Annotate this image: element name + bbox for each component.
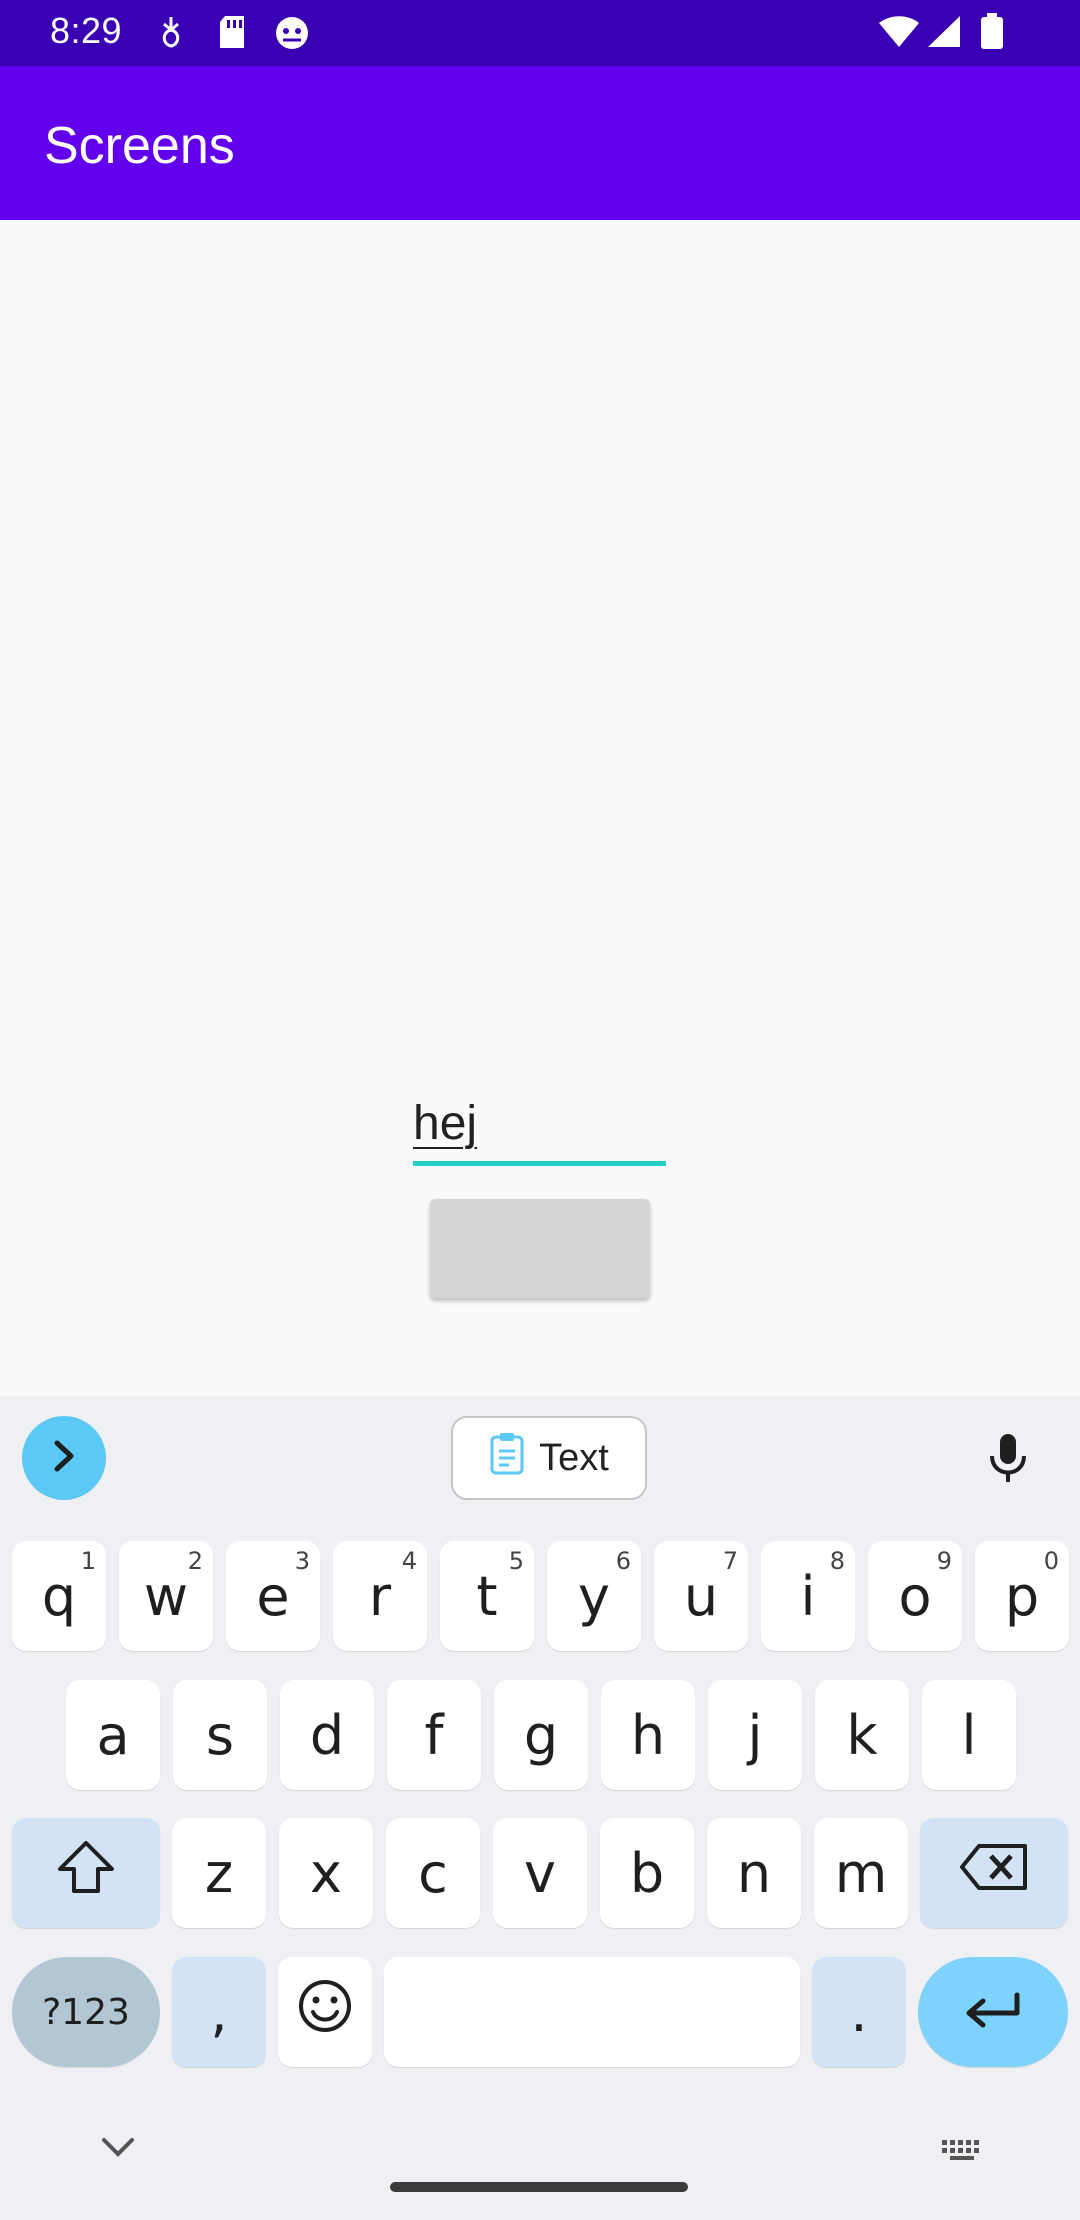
chevron-right-icon <box>49 1439 79 1478</box>
key-label: p <box>1004 1564 1040 1628</box>
key-f[interactable]: f <box>387 1680 481 1790</box>
key-label: y <box>578 1564 610 1628</box>
key-k[interactable]: k <box>815 1680 909 1790</box>
key-label: l <box>961 1703 977 1767</box>
key-s[interactable]: s <box>173 1680 267 1790</box>
key-o[interactable]: o9 <box>868 1541 962 1651</box>
key-d[interactable]: d <box>280 1680 374 1790</box>
key-e[interactable]: e3 <box>226 1541 320 1651</box>
key-label: c <box>418 1841 448 1905</box>
voice-input-button[interactable] <box>988 1432 1028 1489</box>
key-number-hint: 5 <box>508 1547 524 1575</box>
key-label: b <box>629 1841 665 1905</box>
usb-debug-icon <box>158 14 184 55</box>
hide-keyboard-button[interactable] <box>100 2136 136 2163</box>
backspace-key[interactable] <box>920 1818 1068 1928</box>
key-number-hint: 0 <box>1043 1547 1059 1575</box>
key-label: n <box>736 1841 772 1905</box>
key-label: v <box>524 1841 556 1905</box>
key-label: x <box>310 1841 342 1905</box>
enter-arrow-icon <box>963 1981 1023 2044</box>
clipboard-icon <box>489 1431 525 1485</box>
clipboard-chip-label: Text <box>539 1436 609 1479</box>
key-i[interactable]: i8 <box>761 1541 855 1651</box>
home-gesture-handle[interactable] <box>390 2182 688 2192</box>
key-l[interactable]: l <box>922 1680 1016 1790</box>
key-label: h <box>630 1703 666 1767</box>
enter-key[interactable] <box>918 1957 1068 2067</box>
key-number-hint: 3 <box>294 1547 310 1575</box>
key-number-hint: 1 <box>80 1547 96 1575</box>
key-g[interactable]: g <box>494 1680 588 1790</box>
clipboard-suggestion-chip[interactable]: Text <box>451 1416 647 1500</box>
space-key[interactable] <box>384 1957 800 2067</box>
key-number-hint: 9 <box>936 1547 952 1575</box>
period-key[interactable]: . <box>812 1957 906 2067</box>
key-y[interactable]: y6 <box>547 1541 641 1651</box>
key-u[interactable]: u7 <box>654 1541 748 1651</box>
key-b[interactable]: b <box>600 1818 694 1928</box>
text-input[interactable] <box>413 1085 666 1166</box>
key-label: q <box>41 1564 77 1628</box>
key-label: j <box>747 1703 763 1767</box>
key-number-hint: 8 <box>829 1547 845 1575</box>
app-bar: Screens <box>0 66 1080 220</box>
comma-key[interactable]: , <box>172 1957 266 2067</box>
android-bug-icon <box>273 14 311 55</box>
switch-keyboard-button[interactable] <box>940 2138 984 2171</box>
key-c[interactable]: c <box>386 1818 480 1928</box>
key-h[interactable]: h <box>601 1680 695 1790</box>
key-number-hint: 7 <box>722 1547 738 1575</box>
key-q[interactable]: q1 <box>12 1541 106 1651</box>
key-label: w <box>143 1564 189 1628</box>
symbols-key[interactable]: ?123 <box>12 1957 160 2067</box>
action-button[interactable] <box>430 1199 650 1298</box>
key-label: o <box>898 1564 932 1628</box>
battery-icon <box>980 12 1004 55</box>
shift-key[interactable] <box>12 1818 160 1928</box>
app-title: Screens <box>44 117 235 175</box>
key-t[interactable]: t5 <box>440 1541 534 1651</box>
key-n[interactable]: n <box>707 1818 801 1928</box>
soft-keyboard: Text <box>0 1396 1080 2220</box>
key-label: s <box>205 1703 235 1767</box>
status-bar: 8:29 <box>0 0 1080 66</box>
key-label: i <box>800 1564 816 1628</box>
emoji-icon <box>297 1978 353 2047</box>
mic-icon <box>988 1434 1028 1488</box>
key-w[interactable]: w2 <box>119 1541 213 1651</box>
key-label: k <box>846 1703 878 1767</box>
key-number-hint: 2 <box>187 1547 203 1575</box>
key-number-hint: 4 <box>401 1547 417 1575</box>
keyboard-icon <box>940 2140 984 2170</box>
key-label: e <box>256 1564 290 1628</box>
key-x[interactable]: x <box>279 1818 373 1928</box>
key-label: z <box>204 1841 234 1905</box>
key-p[interactable]: p0 <box>975 1541 1069 1651</box>
shift-icon <box>56 1839 116 1908</box>
key-m[interactable]: m <box>814 1818 908 1928</box>
key-label: r <box>368 1564 392 1628</box>
wifi-icon <box>878 14 920 53</box>
emoji-key[interactable] <box>278 1957 372 2067</box>
chevron-down-icon <box>100 2138 136 2162</box>
key-v[interactable]: v <box>493 1818 587 1928</box>
key-j[interactable]: j <box>708 1680 802 1790</box>
backspace-icon <box>959 1842 1029 1905</box>
key-a[interactable]: a <box>66 1680 160 1790</box>
key-number-hint: 6 <box>615 1547 631 1575</box>
sd-card-icon <box>217 14 247 55</box>
key-label: m <box>834 1841 888 1905</box>
key-label: u <box>683 1564 719 1628</box>
key-z[interactable]: z <box>172 1818 266 1928</box>
key-r[interactable]: r4 <box>333 1541 427 1651</box>
key-label: g <box>523 1703 559 1767</box>
key-label: f <box>424 1703 444 1767</box>
status-time: 8:29 <box>50 10 123 51</box>
keyboard-expand-button[interactable] <box>22 1416 106 1500</box>
key-label: a <box>96 1703 130 1767</box>
key-label: t <box>476 1564 498 1628</box>
key-label: d <box>309 1703 345 1767</box>
signal-icon <box>926 14 962 53</box>
